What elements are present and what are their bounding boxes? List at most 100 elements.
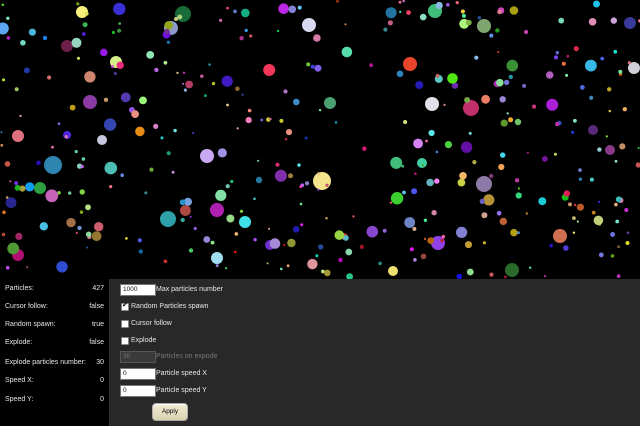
- particle: [538, 197, 547, 206]
- particle: [253, 238, 257, 242]
- particle: [9, 180, 12, 183]
- particle: [14, 181, 19, 186]
- particle: [390, 156, 403, 169]
- explode-row[interactable]: Explode: [120, 335, 320, 347]
- particle: [182, 82, 185, 85]
- particle: [505, 263, 519, 277]
- particle: [25, 182, 35, 192]
- particle: [297, 163, 301, 167]
- particle: [28, 28, 36, 36]
- particle: [468, 131, 472, 135]
- particle: [515, 192, 522, 199]
- particle: [412, 226, 417, 231]
- cursor-follow-label[interactable]: Cursor follow: [131, 318, 172, 330]
- particle: [57, 122, 61, 125]
- particle: [635, 162, 640, 168]
- particle: [137, 238, 142, 243]
- particle: [578, 168, 582, 172]
- particle: [529, 266, 532, 269]
- particle: [474, 55, 479, 60]
- particle: [0, 131, 3, 134]
- particle: [255, 176, 263, 184]
- stat-row-cursor-follow: Cursor follow: false: [0, 298, 109, 316]
- explode-checkbox[interactable]: [121, 337, 129, 345]
- stat-value: 30: [96, 359, 104, 366]
- particle: [589, 177, 594, 182]
- particle: [5, 265, 10, 270]
- particle: [366, 225, 379, 238]
- particle: [514, 178, 520, 183]
- particle-field[interactable]: [0, 0, 640, 279]
- particle: [465, 241, 472, 249]
- particle-canvas[interactable]: [0, 0, 640, 279]
- particle: [352, 215, 355, 218]
- particle: [460, 9, 465, 14]
- particle: [64, 135, 69, 139]
- particle: [117, 28, 122, 33]
- particle: [421, 164, 424, 167]
- particle: [506, 59, 519, 72]
- speed-x-row: Particle speed X: [120, 368, 320, 380]
- speed-y-label: Particle speed Y: [156, 387, 207, 394]
- random-spawn-checkbox[interactable]: ✔: [121, 302, 129, 311]
- particle: [334, 230, 345, 240]
- apply-button[interactable]: Apply: [152, 403, 188, 421]
- particle: [260, 118, 264, 122]
- particle: [477, 16, 482, 20]
- particle: [618, 69, 623, 74]
- particle: [625, 241, 630, 245]
- particle: [163, 259, 168, 264]
- particle: [553, 152, 557, 156]
- particle: [359, 244, 364, 249]
- particle: [91, 231, 102, 242]
- particle: [221, 75, 233, 87]
- particle: [325, 217, 328, 220]
- random-spawn-label[interactable]: Random Particles spawn: [131, 301, 208, 313]
- particle: [44, 156, 62, 174]
- particle: [605, 145, 615, 155]
- particle: [334, 121, 338, 124]
- particle: [542, 156, 548, 162]
- particle: [525, 212, 528, 215]
- particle: [268, 227, 271, 230]
- particle: [120, 173, 124, 177]
- particle: [97, 135, 107, 145]
- particle: [585, 59, 597, 72]
- particle: [396, 70, 404, 78]
- particle: [94, 222, 104, 232]
- particle: [5, 196, 9, 199]
- stat-row-random-spawn: Random spawn: true: [0, 316, 109, 334]
- particle: [304, 136, 308, 140]
- particle: [610, 254, 615, 258]
- particle: [14, 87, 19, 92]
- particle: [305, 181, 310, 186]
- particle: [182, 71, 186, 75]
- particle: [283, 244, 286, 247]
- cursor-follow-row[interactable]: Cursor follow: [120, 318, 320, 330]
- cursor-follow-checkbox[interactable]: [121, 320, 129, 328]
- particle: [517, 187, 521, 190]
- particle: [387, 20, 393, 26]
- particle: [0, 143, 4, 147]
- particle: [154, 67, 159, 73]
- explode-label[interactable]: Explode: [131, 335, 156, 347]
- speed-x-input[interactable]: [120, 368, 156, 380]
- particle: [236, 127, 239, 130]
- particle: [6, 36, 11, 40]
- speed-y-input[interactable]: [120, 385, 156, 397]
- particle: [286, 264, 290, 268]
- particle: [500, 152, 506, 158]
- particle: [624, 207, 629, 213]
- particle: [244, 28, 248, 32]
- random-spawn-row[interactable]: ✔ Random Particles spawn: [120, 301, 320, 313]
- particle: [211, 81, 216, 86]
- particle: [617, 245, 620, 248]
- particle: [71, 37, 82, 48]
- particles-on-explode-label: Particles on expode: [156, 353, 218, 360]
- particle: [1, 232, 6, 237]
- particle: [118, 22, 121, 25]
- max-particles-input[interactable]: [120, 284, 156, 296]
- particle: [171, 170, 175, 174]
- particle: [116, 61, 124, 69]
- particle: [500, 119, 508, 127]
